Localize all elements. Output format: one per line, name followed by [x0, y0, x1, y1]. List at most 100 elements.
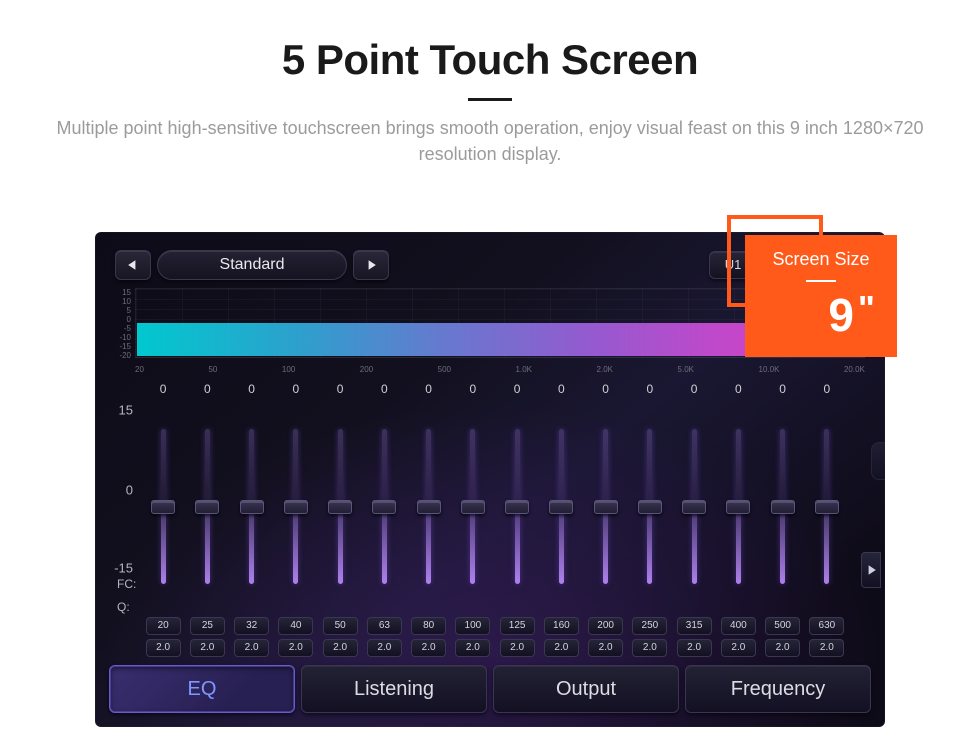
- band-fc-value[interactable]: 250: [632, 617, 667, 635]
- preset-name[interactable]: Standard: [157, 250, 347, 280]
- slider-thumb[interactable]: [726, 500, 750, 514]
- slider-thumb[interactable]: [372, 500, 396, 514]
- band-slider[interactable]: [761, 400, 805, 613]
- slider-track: [780, 429, 785, 584]
- equalizer: 15 0 -15 FC: Q: 0202.00252.00322.00402.0…: [109, 382, 885, 657]
- band-slider[interactable]: [584, 400, 628, 613]
- eq-band: 0202.0: [141, 382, 185, 657]
- band-fc-value[interactable]: 315: [677, 617, 712, 635]
- band-fc-value[interactable]: 500: [765, 617, 800, 635]
- preset-prev-button[interactable]: [115, 250, 151, 280]
- tab-eq[interactable]: EQ: [109, 665, 295, 713]
- band-gain-value: 0: [691, 382, 698, 400]
- slider-thumb[interactable]: [549, 500, 573, 514]
- band-q-value[interactable]: 2.0: [455, 639, 490, 657]
- band-slider[interactable]: [407, 400, 451, 613]
- slider-track: [647, 429, 652, 584]
- band-slider[interactable]: [362, 400, 406, 613]
- band-q-value[interactable]: 2.0: [234, 639, 269, 657]
- slider-track: [382, 429, 387, 584]
- band-q-value[interactable]: 2.0: [677, 639, 712, 657]
- band-gain-value: 0: [425, 382, 432, 400]
- slider-thumb[interactable]: [594, 500, 618, 514]
- slider-thumb[interactable]: [151, 500, 175, 514]
- slider-thumb[interactable]: [638, 500, 662, 514]
- band-gain-value: 0: [293, 382, 300, 400]
- preset-next-button[interactable]: [353, 250, 389, 280]
- slider-track: [559, 429, 564, 584]
- band-fc-value[interactable]: 32: [234, 617, 269, 635]
- eq-band: 0 160 2.0: [539, 382, 583, 657]
- band-fc-value[interactable]: 80: [411, 617, 446, 635]
- band-fc-value[interactable]: 160: [544, 617, 579, 635]
- band-fc-value[interactable]: 125: [500, 617, 535, 635]
- band-fc-value[interactable]: 630: [809, 617, 844, 635]
- band-slider[interactable]: [805, 400, 849, 613]
- slider-thumb[interactable]: [417, 500, 441, 514]
- band-q-value[interactable]: 2.0: [278, 639, 313, 657]
- band-fc-value[interactable]: 20: [146, 617, 181, 635]
- slider-track: [692, 429, 697, 584]
- slider-thumb[interactable]: [771, 500, 795, 514]
- slider-thumb[interactable]: [815, 500, 839, 514]
- band-q-value[interactable]: 2.0: [323, 639, 358, 657]
- slider-track: [293, 429, 298, 584]
- band-fc-value[interactable]: 63: [367, 617, 402, 635]
- slider-track: [338, 429, 343, 584]
- band-slider[interactable]: [495, 400, 539, 613]
- slider-thumb[interactable]: [195, 500, 219, 514]
- band-slider[interactable]: [274, 400, 318, 613]
- band-slider[interactable]: [539, 400, 583, 613]
- more-bands-button[interactable]: [861, 552, 881, 588]
- side-drawer-peek[interactable]: [871, 442, 885, 480]
- band-gain-value: 0: [558, 382, 565, 400]
- band-q-value[interactable]: 2.0: [411, 639, 446, 657]
- band-gain-value: 0: [514, 382, 521, 400]
- band-q-value[interactable]: 2.0: [809, 639, 844, 657]
- band-slider[interactable]: [185, 400, 229, 613]
- band-slider[interactable]: [716, 400, 760, 613]
- badge-fill: Screen Size 9": [745, 235, 897, 357]
- slider-thumb[interactable]: [682, 500, 706, 514]
- slider-thumb[interactable]: [328, 500, 352, 514]
- band-fc-value[interactable]: 40: [278, 617, 313, 635]
- tab-output[interactable]: Output: [493, 665, 679, 713]
- slider-track: [736, 429, 741, 584]
- band-slider[interactable]: [451, 400, 495, 613]
- eq-band: 01002.0: [451, 382, 495, 657]
- band-fc-value[interactable]: 100: [455, 617, 490, 635]
- slider-thumb[interactable]: [284, 500, 308, 514]
- chevron-right-icon: [365, 259, 377, 271]
- slider-track: [205, 429, 210, 584]
- band-fc-value[interactable]: 50: [323, 617, 358, 635]
- y-tick: 5: [111, 306, 131, 315]
- band-gain-value: 0: [779, 382, 786, 400]
- eq-band: 0 80 2.0: [407, 382, 451, 657]
- slider-track: [426, 429, 431, 584]
- x-tick: 200: [360, 365, 373, 374]
- band-slider[interactable]: [672, 400, 716, 613]
- tab-listening[interactable]: Listening: [301, 665, 487, 713]
- band-q-value[interactable]: 2.0: [500, 639, 535, 657]
- slider-thumb[interactable]: [505, 500, 529, 514]
- band-fc-value[interactable]: 200: [588, 617, 623, 635]
- band-slider[interactable]: [628, 400, 672, 613]
- band-q-value[interactable]: 2.0: [367, 639, 402, 657]
- band-q-value[interactable]: 2.0: [721, 639, 756, 657]
- band-q-value[interactable]: 2.0: [588, 639, 623, 657]
- slider-thumb[interactable]: [461, 500, 485, 514]
- band-fc-value[interactable]: 400: [721, 617, 756, 635]
- band-slider[interactable]: [141, 400, 185, 613]
- band-q-value[interactable]: 2.0: [544, 639, 579, 657]
- slider-track: [824, 429, 829, 584]
- band-slider[interactable]: [230, 400, 274, 613]
- band-gain-value: 0: [735, 382, 742, 400]
- band-q-value[interactable]: 2.0: [190, 639, 225, 657]
- band-slider[interactable]: [318, 400, 362, 613]
- slider-thumb[interactable]: [240, 500, 264, 514]
- tab-frequency[interactable]: Frequency: [685, 665, 871, 713]
- band-q-value[interactable]: 2.0: [146, 639, 181, 657]
- band-fc-value[interactable]: 25: [190, 617, 225, 635]
- band-q-value[interactable]: 2.0: [765, 639, 800, 657]
- band-q-value[interactable]: 2.0: [632, 639, 667, 657]
